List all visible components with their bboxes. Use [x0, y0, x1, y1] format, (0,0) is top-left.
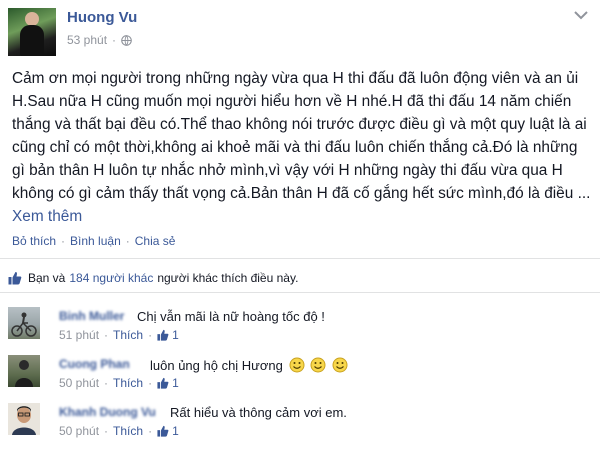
comment-button[interactable]: Bình luận [70, 234, 121, 248]
comment-item: Cuong Phan luôn ủng hộ chị Hương 50 phút… [0, 350, 600, 400]
comment-text: Chị vẫn mãi là nữ hoàng tốc độ ! [137, 309, 325, 324]
comment-text-wrapper: luôn ủng hộ chị Hương [150, 357, 348, 373]
comment-like-count[interactable]: 1 [172, 424, 179, 438]
share-button[interactable]: Chia sẻ [135, 234, 176, 248]
comment-like-count[interactable]: 1 [172, 328, 179, 342]
comment-text: Rất hiểu và thông cảm vơi em. [170, 405, 347, 420]
comment-time[interactable]: 51 phút [59, 328, 99, 342]
thumbs-up-icon[interactable] [157, 425, 169, 437]
avatar-head [25, 12, 39, 26]
action-separator: · [61, 234, 66, 248]
post-body: Cảm ơn mọi người trong những ngày vừa qu… [12, 67, 592, 228]
likes-count-link[interactable]: 184 người khác [69, 271, 153, 285]
comment-avatar[interactable] [8, 307, 40, 339]
comment-avatar[interactable] [8, 403, 40, 435]
meta-separator: · [104, 424, 109, 438]
author-avatar[interactable] [8, 8, 56, 56]
comment-text: luôn ủng hộ chị Hương [150, 358, 283, 373]
meta-separator: · [104, 328, 109, 342]
comment-meta: 51 phút · Thích · 1 [59, 328, 179, 342]
smiley-face-icon [289, 357, 304, 373]
commenter-name[interactable]: Cuong Phan [59, 357, 130, 371]
divider [0, 292, 600, 293]
meta-separator: · [148, 376, 153, 390]
thumbs-up-icon [8, 272, 22, 285]
likes-summary: Bạn và 184 người khác người khác thích đ… [8, 271, 298, 285]
thumbs-up-icon[interactable] [157, 377, 169, 389]
post-actions: Bỏ thích · Bình luận · Chia sẻ [12, 234, 175, 248]
meta-separator: · [148, 424, 153, 438]
commenter-name[interactable]: Binh Muller [59, 309, 124, 323]
see-more-link[interactable]: Xem thêm [12, 208, 82, 225]
globe-icon[interactable] [121, 34, 132, 46]
smiley-face-icon [332, 357, 348, 373]
meta-separator: · [148, 328, 153, 342]
likes-prefix: Bạn và [28, 271, 66, 285]
meta-separator: · [104, 376, 109, 390]
post-header: Huong Vu 53 phút · [0, 0, 600, 62]
author-name[interactable]: Huong Vu [67, 9, 137, 26]
post-meta: 53 phút · [67, 33, 132, 47]
divider [0, 258, 600, 259]
comment-like-count[interactable]: 1 [172, 376, 179, 390]
commenter-name[interactable]: Khanh Duong Vu [59, 405, 156, 419]
comment-meta: 50 phút · Thích · 1 [59, 424, 179, 438]
bicycle-rider-image [11, 312, 37, 337]
unlike-button[interactable]: Bỏ thích [12, 234, 56, 248]
comment-meta: 50 phút · Thích · 1 [59, 376, 179, 390]
comment-time[interactable]: 50 phút [59, 424, 99, 438]
comment-time[interactable]: 50 phút [59, 376, 99, 390]
meta-separator: · [112, 33, 117, 47]
person-photo-image [12, 406, 36, 435]
smiley-face-icon [310, 357, 326, 373]
post-time[interactable]: 53 phút [67, 33, 107, 47]
person-photo-image [15, 360, 33, 387]
avatar-body [20, 25, 44, 56]
comment-like-button[interactable]: Thích [113, 424, 143, 438]
comment-like-button[interactable]: Thích [113, 328, 143, 342]
comment-like-button[interactable]: Thích [113, 376, 143, 390]
comment-item: Khanh Duong Vu Rất hiểu và thông cảm vơi… [0, 398, 600, 448]
comment-item: Binh Muller Chị vẫn mãi là nữ hoàng tốc … [0, 302, 600, 352]
thumbs-up-icon[interactable] [157, 329, 169, 341]
post-text: Cảm ơn mọi người trong những ngày vừa qu… [12, 70, 591, 202]
action-separator: · [125, 234, 130, 248]
likes-suffix: người khác thích điều này. [157, 271, 299, 285]
comment-avatar[interactable] [8, 355, 40, 387]
chevron-down-icon[interactable] [574, 10, 588, 20]
